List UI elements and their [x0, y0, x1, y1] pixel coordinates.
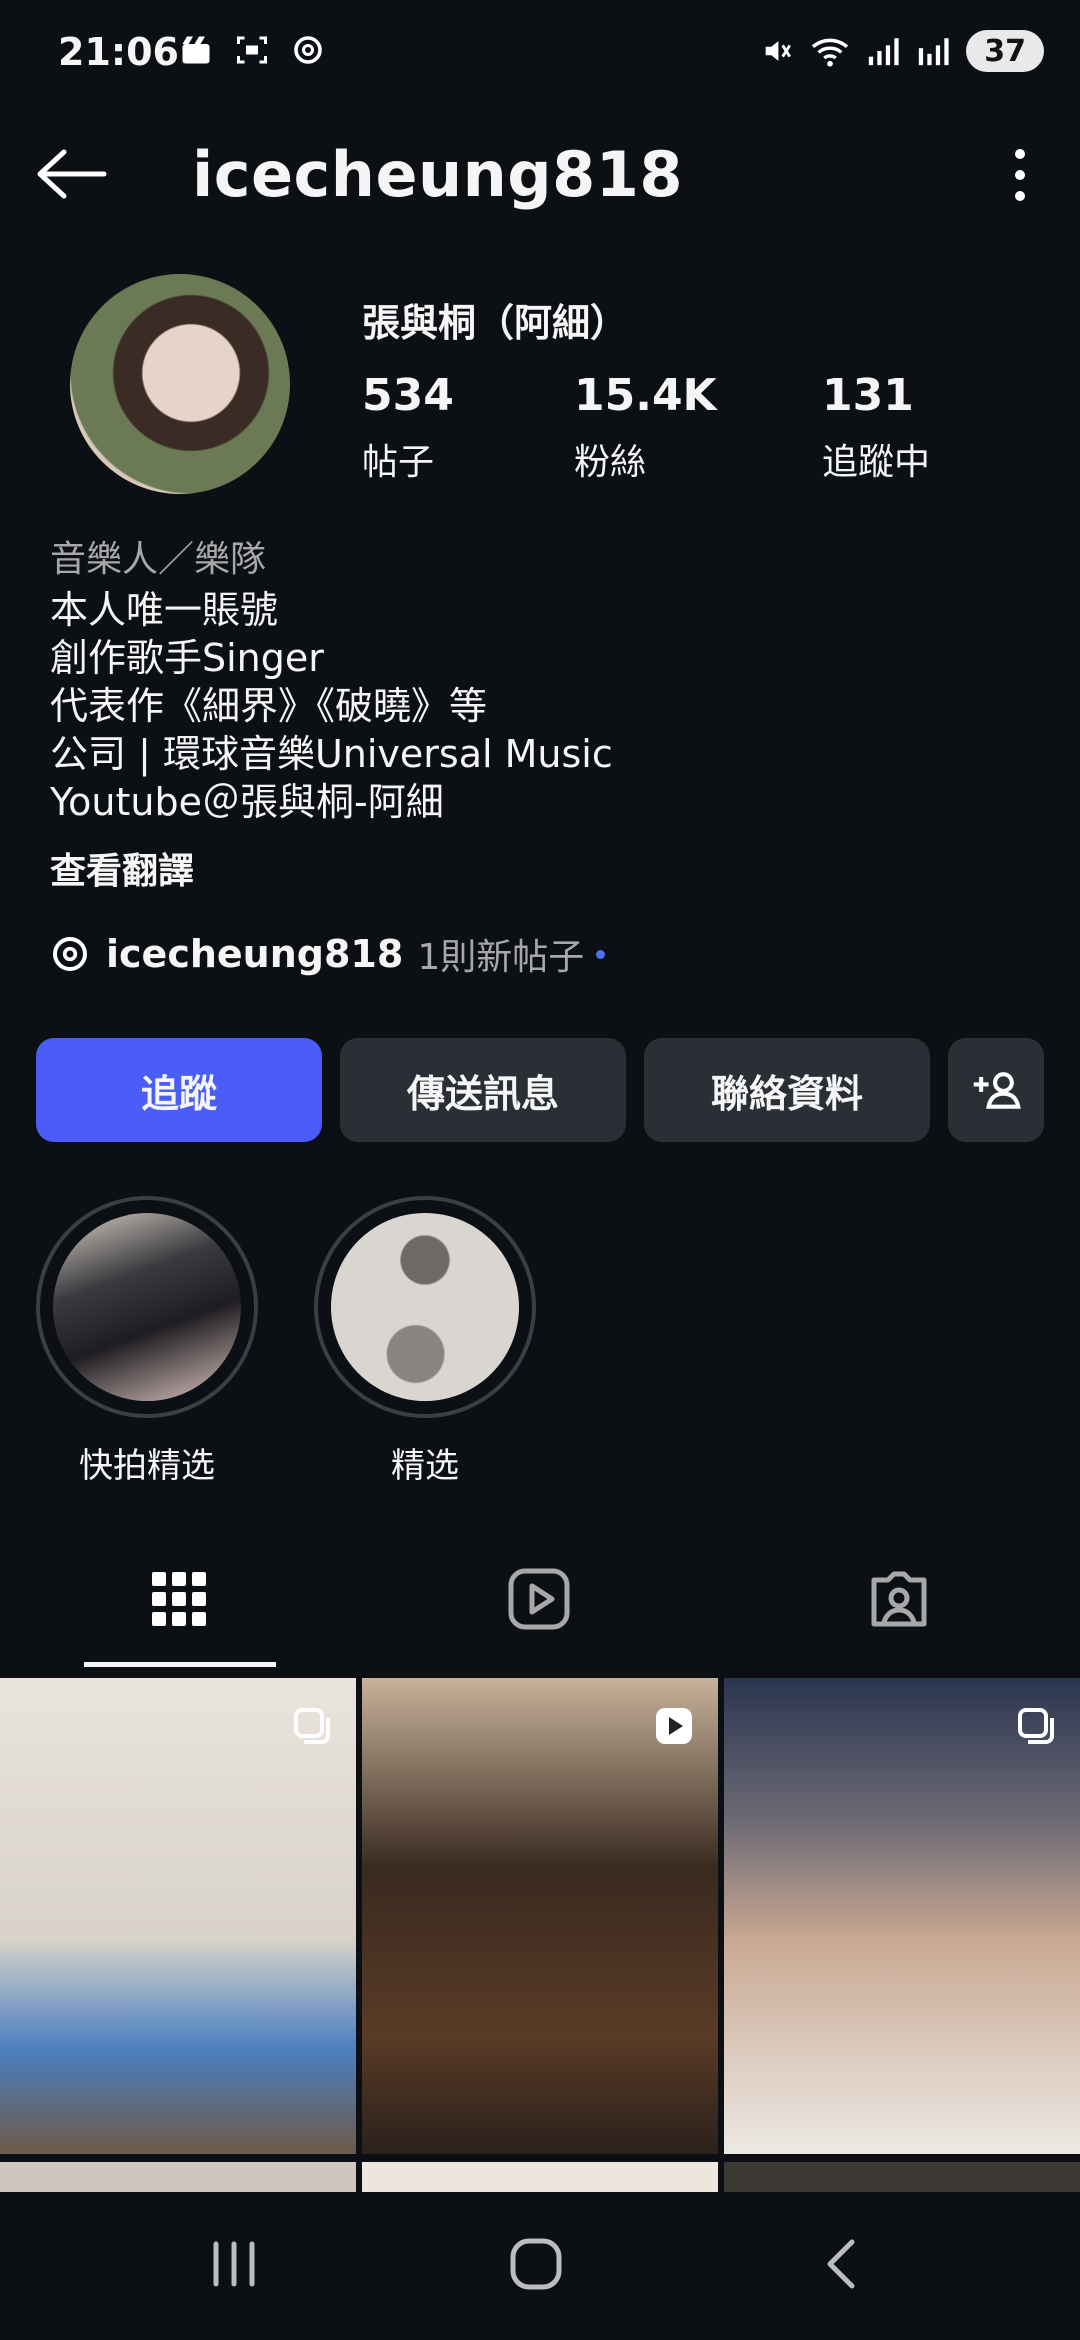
threads-link[interactable]: icecheung818 1則新帖子 — [50, 928, 606, 980]
threads-icon — [53, 937, 87, 971]
highlight-cover — [331, 1213, 519, 1401]
carousel-icon — [294, 1708, 330, 1744]
followers-count[interactable]: 15.4K 粉絲 — [574, 370, 717, 485]
bio-line: 代表作《細界》《破曉》等 — [50, 684, 488, 728]
new-dot-indicator — [596, 949, 606, 959]
reels-tab-icon[interactable] — [506, 1566, 572, 1632]
suggest-users-button[interactable] — [948, 1038, 1044, 1142]
bio: 本人唯一賬號 創作歌手Singer 代表作《細界》《破曉》等 公司 | 環球音樂… — [50, 586, 613, 826]
system-navigation-bar — [0, 2192, 1080, 2340]
more-options-icon[interactable] — [1008, 146, 1032, 204]
follow-button[interactable]: 追蹤 — [36, 1038, 322, 1142]
wifi-icon — [812, 38, 849, 67]
highlight-label: 精选 — [391, 1446, 459, 1486]
highlight-item[interactable]: 精选 — [314, 1196, 536, 1487]
post-tile[interactable] — [724, 1678, 1080, 2154]
active-tab-indicator — [84, 1662, 276, 1667]
battery-level: 37 — [984, 33, 1026, 69]
posts-count[interactable]: 534 帖子 — [362, 370, 454, 485]
post-tile[interactable] — [0, 1678, 356, 2154]
bio-line: 公司 | 環球音樂Universal Music — [50, 732, 613, 776]
carousel-icon — [1018, 1708, 1054, 1744]
recent-apps-icon[interactable] — [208, 2238, 260, 2290]
back-arrow-icon[interactable] — [36, 146, 108, 202]
post-tile[interactable] — [0, 2162, 356, 2192]
reel-icon — [656, 1708, 692, 1744]
status-time: 21:06 — [58, 30, 179, 74]
system-icons: 37 — [760, 30, 1044, 72]
highlight-ring — [314, 1196, 536, 1418]
threads-notification-icon — [294, 36, 322, 64]
stat-value: 131 — [822, 370, 914, 421]
stat-value: 15.4K — [574, 370, 717, 421]
stat-value: 534 — [362, 370, 454, 421]
post-tile[interactable] — [724, 2162, 1080, 2192]
bio-line-youtube[interactable]: Youtube＠張與桐-阿細 — [50, 778, 613, 826]
notification-icons — [178, 32, 326, 68]
highlight-label: 快拍精选 — [79, 1446, 215, 1486]
status-bar: 21:06 37 — [0, 0, 1080, 110]
bio-line: 本人唯一賬號 — [50, 588, 279, 632]
highlight-ring — [36, 1196, 258, 1418]
stat-label: 追蹤中 — [822, 442, 931, 483]
clapper-icon — [182, 36, 210, 64]
contact-button[interactable]: 聯絡資料 — [644, 1038, 930, 1142]
back-nav-icon[interactable] — [820, 2236, 864, 2292]
profile-category: 音樂人／樂隊 — [50, 539, 267, 580]
message-button[interactable]: 傳送訊息 — [340, 1038, 626, 1142]
see-translation-link[interactable]: 查看翻譯 — [50, 842, 194, 894]
post-tile[interactable] — [362, 1678, 718, 2154]
mute-icon — [765, 41, 792, 61]
post-tile[interactable] — [362, 2162, 718, 2192]
highlight-item[interactable]: 快拍精选 — [36, 1196, 258, 1487]
tagged-tab-icon[interactable] — [866, 1566, 932, 1632]
grid-tab-icon[interactable] — [146, 1566, 212, 1632]
display-name: 張與桐（阿細） — [362, 301, 629, 345]
add-person-icon — [973, 1072, 1021, 1109]
threads-handle: icecheung818 — [106, 932, 404, 976]
signal-roaming-icon — [919, 38, 949, 66]
battery-indicator: 37 — [966, 30, 1044, 72]
avatar[interactable] — [70, 274, 290, 494]
signal-icon — [869, 38, 899, 66]
screenshot-icon — [237, 36, 267, 64]
following-count[interactable]: 131 追蹤中 — [822, 370, 930, 485]
stat-label: 粉絲 — [574, 442, 647, 483]
bio-line: 創作歌手Singer — [50, 636, 324, 680]
home-icon[interactable] — [508, 2236, 564, 2292]
threads-new-posts: 1則新帖子 — [417, 937, 585, 978]
highlight-cover — [53, 1213, 241, 1401]
stat-label: 帖子 — [362, 442, 435, 483]
profile-username: icecheung818 — [192, 138, 684, 211]
